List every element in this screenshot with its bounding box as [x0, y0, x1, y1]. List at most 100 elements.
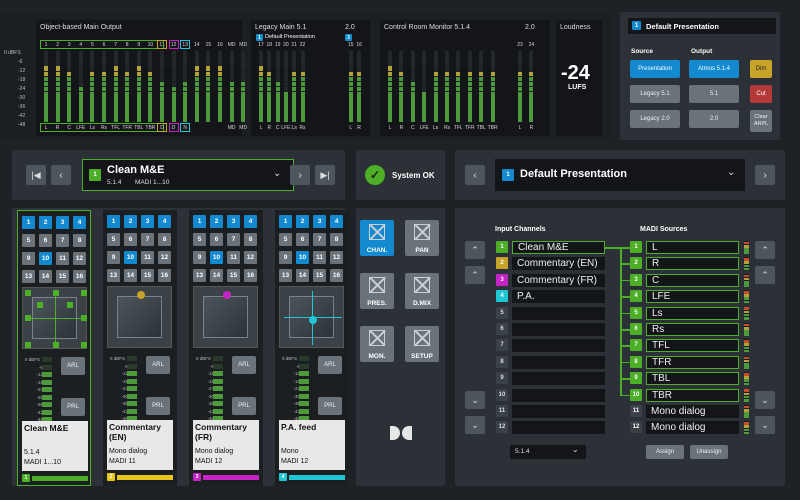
input-channel-row[interactable] [512, 421, 605, 435]
next-presentation-button[interactable]: › [755, 165, 775, 185]
channel-tile[interactable]: 9 [279, 251, 292, 264]
unassign-button[interactable]: Unassign [690, 445, 728, 459]
input-channel-row[interactable]: P.A. [512, 290, 605, 304]
input-channel-row[interactable] [512, 355, 605, 369]
madi-source-row[interactable]: TBR [646, 388, 739, 402]
channel-tile[interactable]: 5 [193, 233, 206, 246]
mode-mon-button[interactable]: MON. [360, 326, 394, 362]
channel-tile[interactable]: 10 [124, 251, 137, 264]
source-index[interactable]: 8 [630, 355, 642, 368]
input-index[interactable]: 12 [496, 421, 508, 434]
input-channel-row[interactable] [512, 323, 605, 336]
presentation-dropdown[interactable]: 1 Default Presentation ⌄ [495, 159, 745, 191]
input-index[interactable]: 11 [496, 405, 508, 417]
speaker-point[interactable] [53, 342, 59, 348]
speaker-point[interactable] [25, 342, 31, 348]
prl-button[interactable]: PRL [318, 397, 342, 415]
channel-tile[interactable]: 13 [22, 270, 35, 283]
channel-tile[interactable]: 2 [296, 215, 309, 228]
source-index[interactable]: 6 [630, 323, 642, 335]
channel-tile[interactable]: 4 [158, 215, 171, 228]
channel-tile[interactable]: 6 [124, 233, 137, 246]
channel-tile[interactable]: 2 [210, 215, 223, 228]
scroll-last-button[interactable]: ⌄ [465, 416, 485, 434]
input-channel-row[interactable]: Commentary (EN) [512, 257, 605, 271]
output-51-button[interactable]: 5.1 [689, 85, 739, 103]
madi-source-row[interactable]: Mono dialog [646, 421, 739, 435]
channel-strip-2[interactable]: 1 2 3 4 5 6 7 8 9 10 11 12 13 14 15 16 0 dBFS -6 -12 -18 -24… [103, 210, 177, 486]
channel-tile[interactable]: 15 [227, 269, 240, 282]
source-index[interactable]: 11 [630, 405, 642, 417]
input-index[interactable]: 2 [496, 257, 508, 270]
channel-tile[interactable]: 1 [279, 215, 292, 228]
output-atmos-button[interactable]: Atmos 5.1.4 [689, 60, 739, 78]
input-index[interactable]: 8 [496, 355, 508, 368]
speaker-point[interactable] [81, 290, 87, 296]
channel-tile[interactable]: 15 [56, 270, 69, 283]
channel-tile[interactable]: 8 [330, 233, 343, 246]
pan-position-dot[interactable] [222, 291, 231, 300]
speaker-point[interactable] [53, 290, 59, 296]
mode-pan-button[interactable]: PAN [405, 220, 439, 256]
panner[interactable] [22, 287, 87, 349]
input-index[interactable]: 4 [496, 290, 508, 303]
channel-tile[interactable]: 4 [73, 216, 86, 229]
channel-tile[interactable]: 4 [244, 215, 257, 228]
input-index[interactable]: 10 [496, 388, 508, 401]
output-20-button[interactable]: 2.0 [689, 110, 739, 128]
channel-tile[interactable]: 12 [244, 251, 257, 264]
madi-source-row[interactable]: LFE [646, 290, 739, 304]
channel-tile[interactable]: 10 [296, 251, 309, 264]
source-legacy51-button[interactable]: Legacy 5.1 [630, 85, 680, 103]
channel-tile[interactable]: 1 [193, 215, 206, 228]
dim-button[interactable]: Dim [750, 60, 772, 78]
channel-tile[interactable]: 7 [56, 234, 69, 247]
source-index[interactable]: 3 [630, 273, 642, 286]
arl-button[interactable]: ARL [146, 356, 170, 374]
channel-tile[interactable]: 8 [244, 233, 257, 246]
input-channel-row[interactable] [512, 372, 605, 386]
madi-source-row[interactable]: TBL [646, 372, 739, 386]
channel-tile[interactable]: 16 [158, 269, 171, 282]
channel-tile[interactable]: 7 [227, 233, 240, 246]
input-channel-row[interactable] [512, 405, 605, 418]
arl-button[interactable]: ARL [61, 357, 85, 375]
channel-tile[interactable]: 2 [124, 215, 137, 228]
scroll-up-button[interactable]: ⌃ [465, 266, 485, 284]
format-select[interactable]: 5.1.4 ⌄ [510, 445, 586, 459]
channel-tile[interactable]: 6 [296, 233, 309, 246]
mode-chan-button[interactable]: CHAN. [360, 220, 394, 256]
input-channel-row[interactable] [512, 339, 605, 353]
channel-tile[interactable]: 9 [22, 252, 35, 265]
madi-source-row[interactable]: Ls [646, 306, 739, 320]
channel-tile[interactable]: 12 [158, 251, 171, 264]
channel-tile[interactable]: 11 [313, 251, 326, 264]
source-presentation-button[interactable]: Presentation [630, 60, 680, 78]
mode-pres-button[interactable]: PRES. [360, 273, 394, 309]
input-channel-row[interactable]: Commentary (FR) [512, 273, 605, 287]
channel-tile[interactable]: 3 [141, 215, 154, 228]
input-index[interactable]: 6 [496, 323, 508, 335]
bed-dropdown[interactable]: 1 Clean M&E 5.1.4 MADI 1...10 ⌄ [82, 159, 294, 191]
channel-tile[interactable]: 13 [193, 269, 206, 282]
pan-position-dot[interactable] [136, 291, 145, 300]
panner[interactable] [279, 286, 344, 348]
channel-tile[interactable]: 16 [330, 269, 343, 282]
input-channel-row[interactable] [512, 388, 605, 402]
channel-tile[interactable]: 6 [39, 234, 52, 247]
prl-button[interactable]: PRL [146, 397, 170, 415]
channel-tile[interactable]: 11 [56, 252, 69, 265]
madi-source-row[interactable]: R [646, 257, 739, 271]
madi-source-row[interactable]: TFR [646, 355, 739, 369]
arl-button[interactable]: ARL [232, 356, 256, 374]
channel-tile[interactable]: 13 [279, 269, 292, 282]
channel-tile[interactable]: 8 [73, 234, 86, 247]
channel-tile[interactable]: 7 [141, 233, 154, 246]
channel-tile[interactable]: 8 [158, 233, 171, 246]
source-index[interactable]: 2 [630, 257, 642, 270]
prl-button[interactable]: PRL [232, 397, 256, 415]
channel-tile[interactable]: 12 [73, 252, 86, 265]
arl-button[interactable]: ARL [318, 356, 342, 374]
panner[interactable] [107, 286, 172, 348]
next-bed-button[interactable]: › [290, 165, 310, 185]
